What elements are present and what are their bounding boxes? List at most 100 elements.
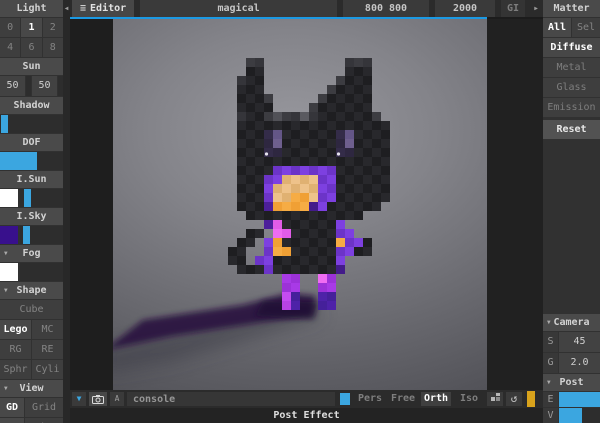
projection-pers-button[interactable]: Pers bbox=[355, 392, 385, 406]
shadow-slider[interactable] bbox=[0, 115, 63, 133]
fog-color-swatch[interactable] bbox=[0, 263, 18, 281]
isky-slider-handle[interactable] bbox=[22, 226, 30, 244]
console-scroll-handle[interactable] bbox=[340, 393, 350, 405]
camera-icon bbox=[92, 394, 104, 404]
shadow-slider-handle[interactable] bbox=[1, 115, 9, 133]
isun-section-header[interactable]: I.Sun bbox=[0, 171, 63, 188]
projection-free-button[interactable]: Free bbox=[388, 392, 418, 406]
view-collapse-icon[interactable]: ▼ bbox=[4, 380, 8, 397]
dof-slider[interactable] bbox=[0, 152, 63, 170]
isky-section-header[interactable]: I.Sky bbox=[0, 208, 63, 225]
fog-row bbox=[0, 263, 63, 281]
shadow-title: Shadow bbox=[13, 100, 50, 111]
post-collapse-icon[interactable]: ▼ bbox=[547, 374, 551, 391]
isun-slider-handle[interactable] bbox=[24, 189, 32, 207]
dof-section-header[interactable]: DOF bbox=[0, 134, 63, 151]
left-panel-collapse-icon[interactable]: ◀ bbox=[65, 5, 69, 12]
light-count-2-button[interactable]: 2 bbox=[42, 18, 63, 37]
console-collapse-button[interactable]: ▼ bbox=[72, 392, 86, 406]
shape-section-header[interactable]: ▼ Shape bbox=[0, 282, 63, 299]
post-v-label: V bbox=[543, 408, 558, 423]
view-sw-button[interactable]: SW bbox=[0, 418, 24, 423]
isky-slider[interactable] bbox=[20, 226, 63, 244]
camera-collapse-icon[interactable]: ▼ bbox=[547, 314, 551, 331]
fog-collapse-icon[interactable]: ▼ bbox=[4, 245, 8, 262]
left-panel-collapse-strip[interactable]: ◀ bbox=[63, 0, 70, 423]
camera-s-value[interactable]: 45 bbox=[559, 332, 600, 352]
render-samples-field[interactable]: 2000 bbox=[435, 0, 495, 17]
isun-slider[interactable] bbox=[20, 189, 63, 207]
shape-lego-button[interactable]: Lego bbox=[0, 320, 31, 339]
material-emission-button[interactable]: Emission bbox=[543, 98, 600, 117]
matter-sel-button[interactable]: Sel bbox=[572, 18, 600, 37]
shape-mc-button[interactable]: MC bbox=[32, 320, 63, 339]
shape-cube-button[interactable]: Cube bbox=[0, 300, 63, 319]
isky-color-swatch[interactable] bbox=[0, 226, 18, 244]
light-count-8-button[interactable]: 8 bbox=[42, 38, 63, 57]
matter-all-button[interactable]: All bbox=[543, 18, 571, 37]
view-edge-button[interactable]: Edge bbox=[25, 418, 63, 423]
dof-slider-fill bbox=[0, 152, 37, 170]
edit-indicator-bar[interactable] bbox=[527, 391, 535, 407]
sun-angle-value[interactable]: 50 bbox=[0, 76, 25, 96]
shape-row-1: Lego MC bbox=[0, 320, 63, 339]
material-reset-button[interactable]: Reset bbox=[543, 120, 600, 139]
center-column: ≡ Editor magical 800 800 2000 GI ▶ ▼ A c… bbox=[70, 0, 543, 423]
view-cube-button[interactable] bbox=[487, 392, 503, 406]
material-metal-button[interactable]: Metal bbox=[543, 58, 600, 77]
post-section-header[interactable]: ▼ Post bbox=[543, 374, 600, 391]
autosave-button[interactable]: A bbox=[110, 392, 124, 406]
editor-menu-button[interactable]: ≡ Editor bbox=[72, 0, 135, 17]
right-panel: Matter All Sel Diffuse Metal Glass Emiss… bbox=[543, 0, 600, 423]
post-v-fill bbox=[559, 408, 582, 423]
voxel-model[interactable] bbox=[113, 19, 487, 390]
view-row-1: GD Grid bbox=[0, 398, 63, 417]
sun-section-header[interactable]: Sun bbox=[0, 58, 63, 75]
camera-section-header[interactable]: ▼ Camera bbox=[543, 314, 600, 331]
shape-rg-button[interactable]: RG bbox=[0, 340, 31, 359]
isun-color-swatch[interactable] bbox=[0, 189, 18, 207]
light-count-0-button[interactable]: 0 bbox=[0, 18, 21, 37]
fog-slider[interactable] bbox=[20, 263, 63, 281]
view-section-header[interactable]: ▼ View bbox=[0, 380, 63, 397]
light-section-header[interactable]: Light bbox=[0, 0, 63, 17]
render-resolution-field[interactable]: 800 800 bbox=[343, 0, 429, 17]
material-glass-button[interactable]: Glass bbox=[543, 78, 600, 97]
status-bar: Post Effect bbox=[70, 408, 543, 423]
shape-sphr-button[interactable]: Sphr bbox=[0, 360, 31, 379]
camera-g-row: G 2.0 bbox=[543, 353, 600, 373]
shape-re-button[interactable]: RE bbox=[32, 340, 63, 359]
isun-title: I.Sun bbox=[16, 174, 47, 185]
light-count-1-button[interactable]: 1 bbox=[21, 18, 42, 37]
right-panel-collapse-icon[interactable]: ▶ bbox=[531, 0, 541, 17]
camera-g-value[interactable]: 2.0 bbox=[559, 353, 600, 373]
sun-elevation-value[interactable]: 50 bbox=[32, 76, 57, 96]
shape-cyli-button[interactable]: Cyli bbox=[32, 360, 63, 379]
screenshot-button[interactable] bbox=[89, 392, 107, 406]
sun-angle-mini-slider[interactable] bbox=[26, 76, 31, 96]
post-e-slider[interactable] bbox=[559, 392, 600, 407]
matter-scope-row: All Sel bbox=[543, 18, 600, 37]
material-diffuse-button[interactable]: Diffuse bbox=[543, 38, 600, 57]
view-grid-button[interactable]: Grid bbox=[25, 398, 63, 417]
light-count-4-button[interactable]: 4 bbox=[0, 38, 21, 57]
fog-section-header[interactable]: ▼ Fog bbox=[0, 245, 63, 262]
shape-collapse-icon[interactable]: ▼ bbox=[4, 282, 8, 299]
viewport[interactable] bbox=[113, 19, 487, 390]
magicavoxel-window: Light 0 1 2 4 6 8 Sun 50 50 Shadow DOF I… bbox=[0, 0, 600, 423]
canvas-row bbox=[70, 19, 543, 390]
matter-title: Matter bbox=[553, 3, 590, 14]
console-input[interactable] bbox=[127, 392, 335, 406]
left-panel: Light 0 1 2 4 6 8 Sun 50 50 Shadow DOF I… bbox=[0, 0, 63, 423]
gi-toggle-button[interactable]: GI bbox=[501, 0, 525, 17]
post-v-slider[interactable] bbox=[559, 408, 600, 423]
projection-iso-button[interactable]: Iso bbox=[454, 392, 484, 406]
light-count-6-button[interactable]: 6 bbox=[21, 38, 42, 57]
matter-section-header[interactable]: Matter bbox=[543, 0, 600, 17]
view-gd-button[interactable]: GD bbox=[0, 398, 24, 417]
shadow-section-header[interactable]: Shadow bbox=[0, 97, 63, 114]
reset-camera-button[interactable]: ↺ bbox=[506, 392, 522, 406]
project-title[interactable]: magical bbox=[140, 0, 337, 17]
canvas-right-margin bbox=[487, 19, 543, 390]
projection-orth-button[interactable]: Orth bbox=[421, 392, 451, 406]
